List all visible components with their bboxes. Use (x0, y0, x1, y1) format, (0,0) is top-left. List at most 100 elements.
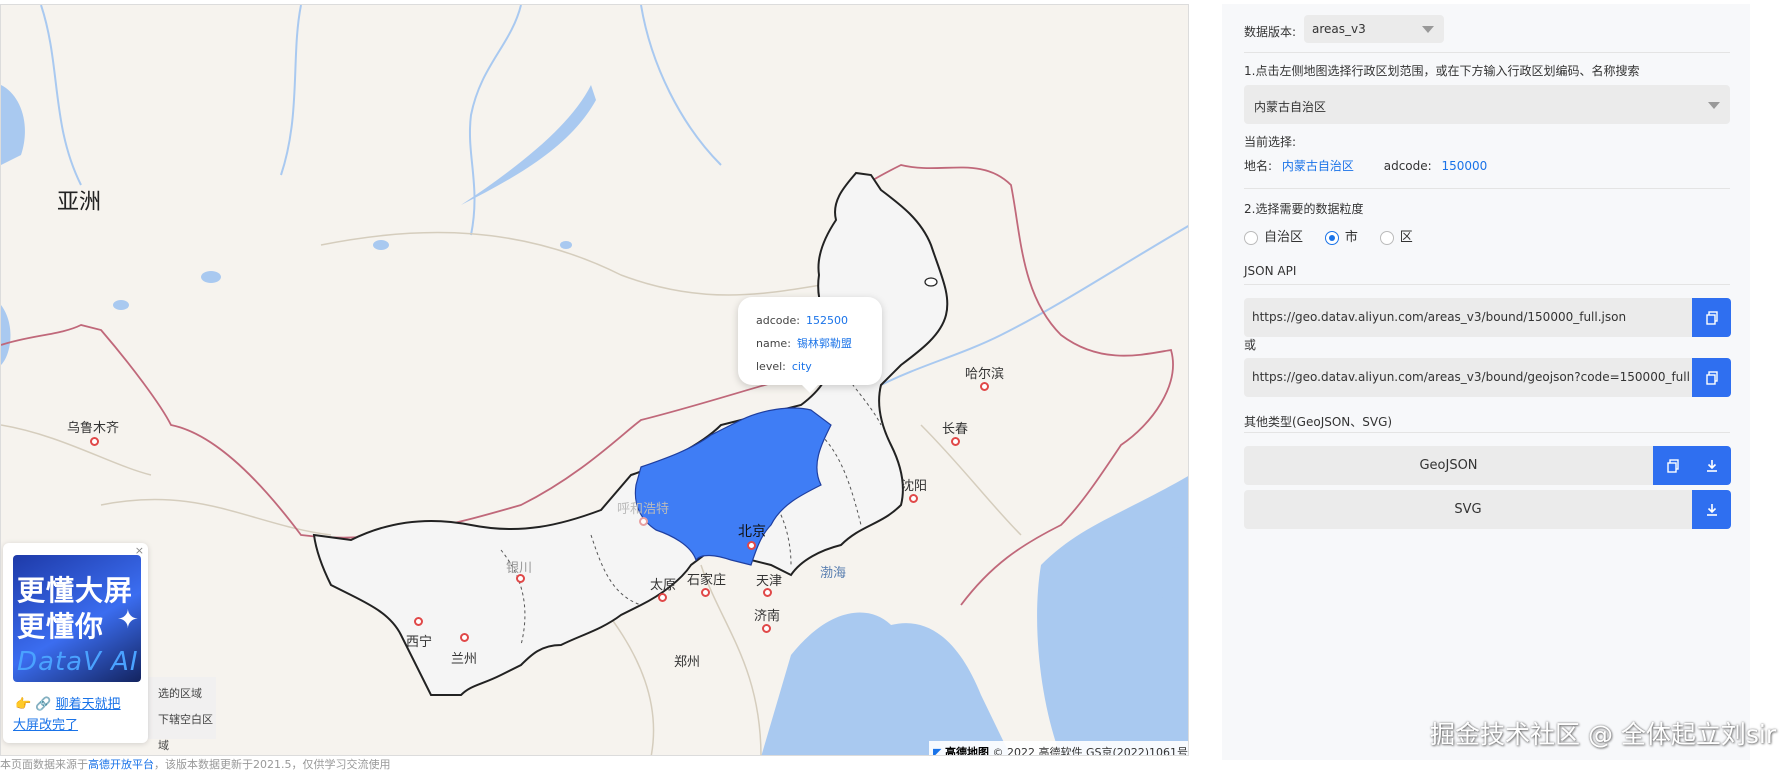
settings-panel: 数据版本: areas_v3 1.点击左侧地图选择行政区划范围，或在下方输入行政… (1222, 4, 1750, 760)
radio-province[interactable]: 自治区 (1244, 226, 1303, 245)
city-dot (658, 593, 667, 602)
adcode-value: 150000 (1441, 159, 1488, 173)
copy-icon (1666, 458, 1679, 473)
chevron-down-icon (1708, 101, 1720, 109)
city-dot (951, 437, 960, 446)
city-dot (414, 617, 423, 626)
sea-label: 渤海 (820, 566, 847, 581)
radio-city[interactable]: 市 (1324, 226, 1358, 245)
json-api-label: JSON API (1244, 264, 1297, 278)
legend-item: 下辖空白区域 (158, 713, 213, 752)
city-dot (909, 494, 918, 503)
amap-brand: 高德地图 (944, 746, 989, 756)
promo-banner[interactable]: 更懂大屏 更懂你 ✦ DataV AI (13, 555, 141, 682)
copy-icon (1705, 310, 1718, 325)
download-svg-button[interactable] (1692, 490, 1731, 529)
copy-url-button[interactable] (1692, 298, 1731, 337)
promo-link-row: 👉 🔗 聊着天就把 (15, 693, 121, 712)
city-dot (460, 633, 469, 642)
continent-label: 亚洲 (57, 190, 102, 215)
download-geojson-button[interactable] (1692, 446, 1731, 485)
legend-item: 选的区域 (158, 687, 202, 700)
current-selection-label: 当前选择: (1244, 135, 1297, 149)
note-prefix: 本页面数据来源于 (0, 758, 88, 771)
json-url-field[interactable]: https://geo.datav.aliyun.com/areas_v3/bo… (1244, 298, 1692, 337)
radio-circle-icon (1379, 230, 1394, 245)
city-label: 哈尔滨 (965, 367, 1005, 382)
city-dot (980, 382, 989, 391)
tooltip-level-value: city (791, 360, 812, 373)
note-suffix: ，该版本数据更新于2021.5，仅供学习交流使用 (154, 758, 391, 771)
step1-instruction: 1.点击左侧地图选择行政区划范围，或在下方输入行政区划编码、名称搜索 (1244, 64, 1640, 78)
step2-instruction: 2.选择需要的数据粒度 (1244, 202, 1364, 216)
city-label: 济南 (754, 609, 781, 624)
divider (1244, 52, 1730, 53)
promo-banner-line2: 更懂你 (17, 610, 105, 643)
copy-geojson-button[interactable] (1653, 446, 1692, 485)
download-icon (1706, 503, 1717, 516)
pointing-hand-icon: 👉 🔗 (15, 697, 52, 712)
map-canvas[interactable] (1, 5, 1189, 756)
geojson-url-field[interactable]: https://geo.datav.aliyun.com/areas_v3/bo… (1244, 358, 1692, 397)
radio-label: 市 (1344, 230, 1358, 245)
city-label: 沈阳 (901, 479, 928, 494)
download-icon (1706, 459, 1717, 472)
map-attribution: ◤ 高德地图 © 2022 高德软件 GS京(2022)1061号 (929, 741, 1189, 756)
place-value: 内蒙古自治区 (1281, 159, 1354, 173)
city-dot (90, 437, 99, 446)
radio-checked-icon (1324, 230, 1339, 245)
version-label: 数据版本: (1244, 25, 1297, 39)
granularity-radio-group: 自治区 市 区 (1244, 226, 1431, 245)
radio-district[interactable]: 区 (1379, 226, 1413, 245)
svg-button[interactable]: SVG (1244, 490, 1692, 529)
city-label: 石家庄 (687, 573, 727, 588)
divider (1244, 432, 1730, 433)
promo-card: × 更懂大屏 更懂你 ✦ DataV AI 👉 🔗 聊着天就把 大屏改完了 (3, 543, 148, 743)
other-types-label: 其他类型(GeoJSON、SVG) (1244, 415, 1393, 429)
city-label: 兰州 (451, 652, 478, 667)
city-dot (762, 624, 771, 633)
version-select-value: areas_v3 (1312, 22, 1366, 36)
current-selection: 地名: 内蒙古自治区 adcode: 150000 (1244, 157, 1487, 174)
city-label: 长春 (942, 422, 969, 437)
amap-logo-icon: ◤ (933, 746, 942, 756)
city-dot (763, 588, 772, 597)
map-legend: 选的区域 下辖空白区域 (146, 677, 216, 752)
tooltip-name-key: name: (756, 337, 791, 350)
tooltip-name-value: 锡林郭勒盟 (796, 337, 852, 350)
promo-link[interactable]: 聊着天就把 (56, 697, 121, 712)
city-dot (516, 574, 525, 583)
radio-label: 自治区 (1264, 230, 1304, 245)
tooltip-adcode-key: adcode: (756, 314, 800, 327)
copy-url-button-2[interactable] (1692, 358, 1731, 397)
city-dot (639, 517, 648, 526)
map-view[interactable]: 亚洲 哈尔滨 长春 沈阳 乌鲁木齐 北京 天津 石家庄 太原 济南 西宁 兰州 … (0, 4, 1189, 756)
divider (1244, 188, 1730, 189)
attribution-text: © 2022 高德软件 GS京(2022)1061号 (992, 746, 1189, 756)
region-tooltip: adcode: 152500 name: 锡林郭勒盟 level: city (738, 297, 882, 393)
place-key: 地名: (1244, 159, 1273, 173)
city-label: 乌鲁木齐 (67, 421, 120, 436)
sparkle-icon: ✦ (117, 605, 139, 635)
city-label: 北京 (738, 524, 766, 540)
copy-icon (1705, 370, 1718, 385)
promo-banner-line3: DataV AI (17, 647, 139, 677)
radio-label: 区 (1399, 230, 1413, 245)
amap-open-platform-link[interactable]: 高德开放平台 (88, 758, 154, 771)
promo-link-2[interactable]: 大屏改完了 (13, 714, 78, 733)
or-label: 或 (1244, 338, 1257, 352)
region-select[interactable]: 内蒙古自治区 (1244, 85, 1730, 124)
chevron-down-icon (1422, 26, 1434, 33)
divider (1244, 284, 1730, 285)
tooltip-adcode-value: 152500 (805, 314, 848, 327)
city-label: 天津 (756, 574, 783, 589)
city-dot (701, 588, 710, 597)
radio-circle-icon (1244, 230, 1258, 245)
city-label: 太原 (650, 578, 677, 593)
city-dot (747, 541, 756, 550)
data-source-note: 本页面数据来源于高德开放平台，该版本数据更新于2021.5，仅供学习交流使用 (0, 756, 391, 772)
city-label: 西宁 (406, 635, 433, 650)
city-label: 郑州 (674, 655, 701, 670)
version-select[interactable]: areas_v3 (1304, 15, 1444, 43)
geojson-button[interactable]: GeoJSON (1244, 446, 1653, 485)
